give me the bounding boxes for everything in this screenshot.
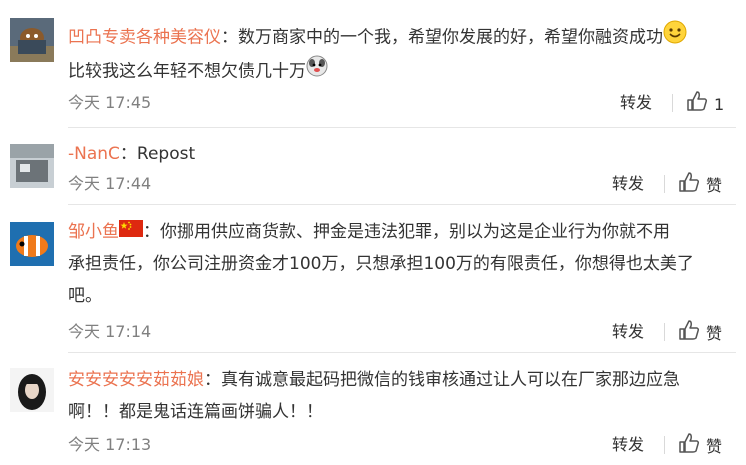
comment-item: 凹凸专卖各种美容仪：数万商家中的一个我，希望你发展的好，希望你融资成功 比较我这… <box>0 0 746 128</box>
thumbs-up-icon <box>686 90 708 120</box>
username-link[interactable]: 邹小鱼 <box>68 222 119 242</box>
comment-content: Repost <box>136 144 196 164</box>
username-link[interactable]: -NanC <box>68 144 120 164</box>
divider <box>664 323 665 341</box>
thumbs-up-icon <box>678 432 700 462</box>
comment-content: 真有诚意最起码把微信的钱审核通过让人可以在厂家那边应急 <box>221 370 680 390</box>
comment-text: 凹凸专卖各种美容仪：数万商家中的一个我，希望你发展的好，希望你融资成功 比较我这… <box>68 20 728 88</box>
avatar[interactable] <box>10 144 54 188</box>
thumbs-up-icon <box>678 319 700 349</box>
comment-item: -NanC：Repost 今天 17:44 转发 赞 <box>0 128 746 206</box>
comment-meta: 今天 17:13 转发 赞 <box>68 432 736 458</box>
comment-content: 数万商家中的一个我，希望你发展的好，希望你融资成功 <box>238 27 663 48</box>
timestamp: 今天 17:13 <box>68 435 152 454</box>
timestamp: 今天 17:45 <box>68 93 152 112</box>
timestamp: 今天 17:14 <box>68 322 152 341</box>
smile-emoji-icon <box>663 20 687 55</box>
china-flag-icon <box>119 216 143 248</box>
avatar[interactable] <box>10 222 54 266</box>
like-button[interactable]: 赞 <box>678 319 722 349</box>
thumbs-up-icon <box>678 171 700 201</box>
repost-button[interactable]: 转发 <box>620 90 652 116</box>
comment-text: 邹小鱼 ：你挪用供应商货款、押金是违法犯罪，别以为这是企业行为你就不用 承担责任，… <box>68 216 728 312</box>
comment-list: 凹凸专卖各种美容仪：数万商家中的一个我，希望你发展的好，希望你融资成功 比较我这… <box>0 0 746 465</box>
like-count: 1 <box>714 95 725 114</box>
like-button[interactable]: 赞 <box>678 171 722 201</box>
comment-content-line2: 比较我这么年轻不想欠债几十万 <box>68 61 306 82</box>
divider <box>664 436 665 454</box>
dog-face-emoji-icon <box>306 55 328 88</box>
like-label: 赞 <box>706 176 723 195</box>
like-button[interactable]: 赞 <box>678 432 722 462</box>
comment-content-line2: 啊！！都是鬼话连篇画饼骗人！！ <box>68 402 323 422</box>
comment-item: 安安安安安茹茹娘：真有诚意最起码把微信的钱审核通过让人可以在厂家那边应急 啊！！… <box>0 352 746 465</box>
like-label: 赞 <box>706 324 723 343</box>
comment-content-line3: 吧。 <box>68 286 102 306</box>
comment-divider <box>68 204 736 205</box>
username-link[interactable]: 凹凸专卖各种美容仪 <box>68 28 221 48</box>
comment-meta: 今天 17:14 转发 赞 <box>68 319 736 345</box>
timestamp: 今天 17:44 <box>68 174 152 193</box>
divider <box>664 175 665 193</box>
comment-content: 你挪用供应商货款、押金是违法犯罪，别以为这是企业行为你就不用 <box>160 222 670 242</box>
comment-content-line2: 承担责任，你公司注册资金才100万，只想承担100万的有限责任，你想得也太美了 <box>68 254 694 274</box>
comment-text: 安安安安安茹茹娘：真有诚意最起码把微信的钱审核通过让人可以在厂家那边应急 啊！！… <box>68 370 680 422</box>
comment-text: -NanC：Repost <box>68 144 196 164</box>
repost-button[interactable]: 转发 <box>612 171 644 197</box>
like-button[interactable]: 1 <box>686 90 724 120</box>
avatar[interactable] <box>10 18 54 62</box>
divider <box>672 94 673 112</box>
like-label: 赞 <box>706 437 723 456</box>
repost-button[interactable]: 转发 <box>612 319 644 345</box>
username-link[interactable]: 安安安安安茹茹娘 <box>68 370 204 390</box>
comment-meta: 今天 17:45 转发 1 <box>68 90 736 116</box>
comment-meta: 今天 17:44 转发 赞 <box>68 171 736 197</box>
avatar[interactable] <box>10 368 54 412</box>
repost-button[interactable]: 转发 <box>612 432 644 458</box>
comment-item: 邹小鱼 ：你挪用供应商货款、押金是违法犯罪，别以为这是企业行为你就不用 承担责任，… <box>0 206 746 353</box>
